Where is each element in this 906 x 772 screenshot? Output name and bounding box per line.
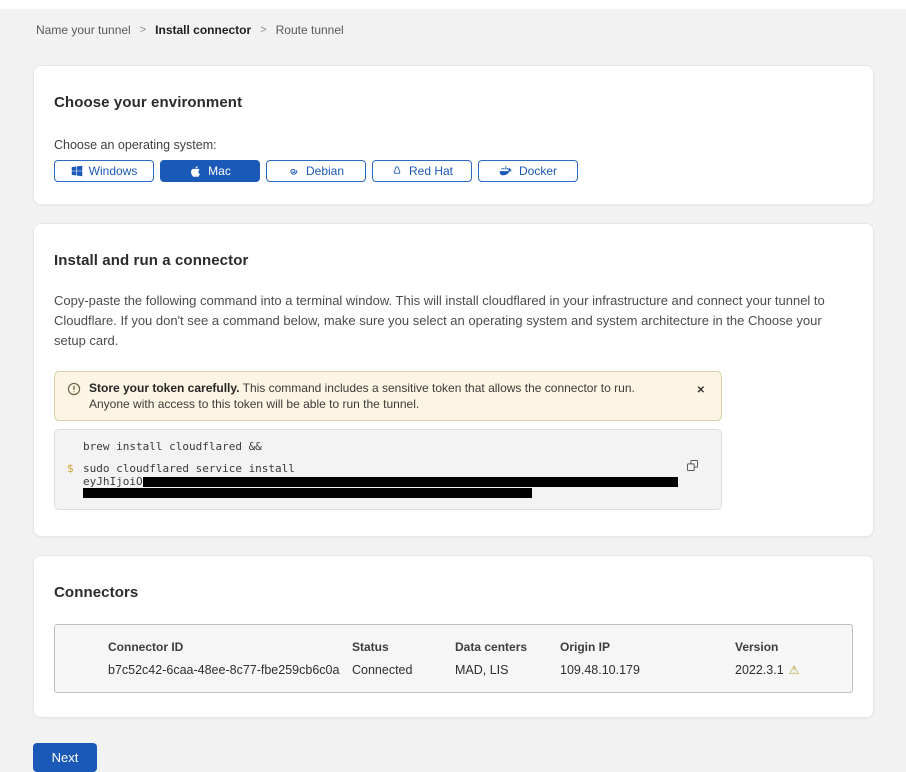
copy-icon[interactable] — [686, 459, 699, 475]
redacted-token-bar — [83, 488, 532, 498]
terminal-prompt: $ — [67, 462, 74, 475]
install-card-description: Copy-paste the following command into a … — [54, 291, 853, 351]
breadcrumb-separator: > — [260, 24, 266, 36]
windows-icon — [71, 165, 83, 177]
code-line-brew: brew install cloudflared && — [83, 440, 681, 453]
close-icon[interactable]: ✕ — [697, 386, 705, 396]
connector-id-value: b7c52c42-6caa-48ee-8c77-fbe259cb6c0a — [108, 663, 352, 677]
connector-version-value: 2022.3.1 ⚠ — [735, 663, 836, 677]
token-warning-banner: Store your token carefully. This command… — [54, 371, 722, 421]
column-header-status: Status — [352, 640, 455, 654]
connector-data-centers-value: MAD, LIS — [455, 663, 560, 677]
alert-circle-icon — [67, 382, 81, 401]
apple-icon — [189, 165, 202, 178]
environment-card: Choose your environment Choose an operat… — [33, 65, 874, 205]
code-line-token: eyJhIjoiO — [83, 476, 681, 487]
os-button-label: Mac — [208, 164, 231, 178]
os-button-label: Red Hat — [409, 164, 453, 178]
os-button-docker[interactable]: Docker — [478, 160, 578, 182]
next-button[interactable]: Next — [33, 743, 97, 772]
breadcrumb-step-install-connector[interactable]: Install connector — [155, 23, 251, 37]
breadcrumb-step-name-tunnel[interactable]: Name your tunnel — [36, 23, 131, 37]
column-header-origin-ip: Origin IP — [560, 640, 735, 654]
connector-origin-ip-value: 109.48.10.179 — [560, 663, 735, 677]
environment-card-title: Choose your environment — [54, 94, 853, 111]
os-button-debian[interactable]: Debian — [266, 160, 366, 182]
os-button-mac[interactable]: Mac — [160, 160, 260, 182]
column-header-connector-id: Connector ID — [108, 640, 352, 654]
breadcrumb-separator: > — [140, 24, 146, 36]
token-prefix: eyJhIjoiO — [83, 476, 143, 487]
connectors-card-title: Connectors — [54, 584, 853, 601]
debian-icon — [288, 165, 300, 177]
connectors-card: Connectors Connector ID Status Data cent… — [33, 555, 874, 718]
install-command-code-block: brew install cloudflared && $sudo cloudf… — [54, 429, 722, 510]
os-button-windows[interactable]: Windows — [54, 160, 154, 182]
os-button-label: Debian — [306, 164, 344, 178]
docker-icon — [499, 165, 513, 177]
top-header-edge — [0, 0, 906, 9]
redhat-icon — [391, 165, 403, 177]
connector-status-value: Connected — [352, 663, 455, 677]
column-header-data-centers: Data centers — [455, 640, 560, 654]
redacted-token-bar — [143, 477, 678, 487]
version-warning-icon: ⚠ — [789, 663, 800, 677]
os-button-label: Docker — [519, 164, 557, 178]
token-warning-text: Store your token carefully. This command… — [89, 380, 709, 412]
breadcrumb-step-route-tunnel[interactable]: Route tunnel — [276, 23, 344, 37]
code-line-service-install: $sudo cloudflared service install — [83, 462, 681, 475]
install-card-title: Install and run a connector — [54, 252, 853, 269]
os-button-label: Windows — [89, 164, 138, 178]
os-button-group: Windows Mac Debian Red Hat — [54, 160, 853, 182]
column-header-version: Version — [735, 640, 836, 654]
breadcrumb: Name your tunnel > Install connector > R… — [36, 23, 906, 37]
os-button-redhat[interactable]: Red Hat — [372, 160, 472, 182]
install-connector-card: Install and run a connector Copy-paste t… — [33, 223, 874, 537]
token-warning-title: Store your token carefully. — [89, 381, 240, 395]
os-select-label: Choose an operating system: — [54, 138, 853, 152]
connectors-table: Connector ID Status Data centers Origin … — [54, 624, 853, 693]
